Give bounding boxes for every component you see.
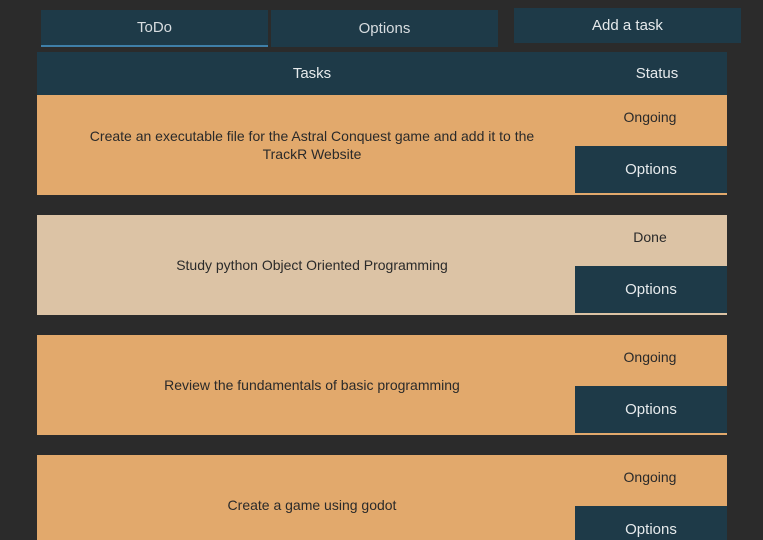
tab-todo[interactable]: ToDo <box>41 10 268 47</box>
table-row: Study python Object Oriented Programming… <box>37 215 727 315</box>
table-row: Create a game using godot Ongoing Option… <box>37 455 727 540</box>
table-header: Tasks Status <box>37 52 727 95</box>
table-row: Create an executable file for the Astral… <box>37 95 727 195</box>
header-tasks: Tasks <box>292 65 332 82</box>
task-text: Review the fundamentals of basic program… <box>164 377 460 393</box>
status-text: Ongoing <box>623 469 677 485</box>
tab-options[interactable]: Options <box>271 10 498 47</box>
status-text: Ongoing <box>623 349 677 365</box>
task-text: Study python Object Oriented Programming <box>176 257 448 273</box>
row-options-button[interactable]: Options <box>575 266 727 313</box>
tasks-panel: Tasks Status Create an executable file f… <box>37 52 727 540</box>
task-text: Create a game using godot <box>227 497 397 513</box>
row-options-button[interactable]: Options <box>575 146 727 193</box>
status-text: Done <box>633 229 667 245</box>
table-row: Review the fundamentals of basic program… <box>37 335 727 435</box>
task-text: Create an executable file for the Astral… <box>89 128 535 162</box>
row-options-button[interactable]: Options <box>575 506 727 540</box>
add-task-button[interactable]: Add a task <box>514 8 741 43</box>
header-status: Status <box>635 65 679 82</box>
status-text: Ongoing <box>623 109 677 125</box>
row-options-button[interactable]: Options <box>575 386 727 433</box>
